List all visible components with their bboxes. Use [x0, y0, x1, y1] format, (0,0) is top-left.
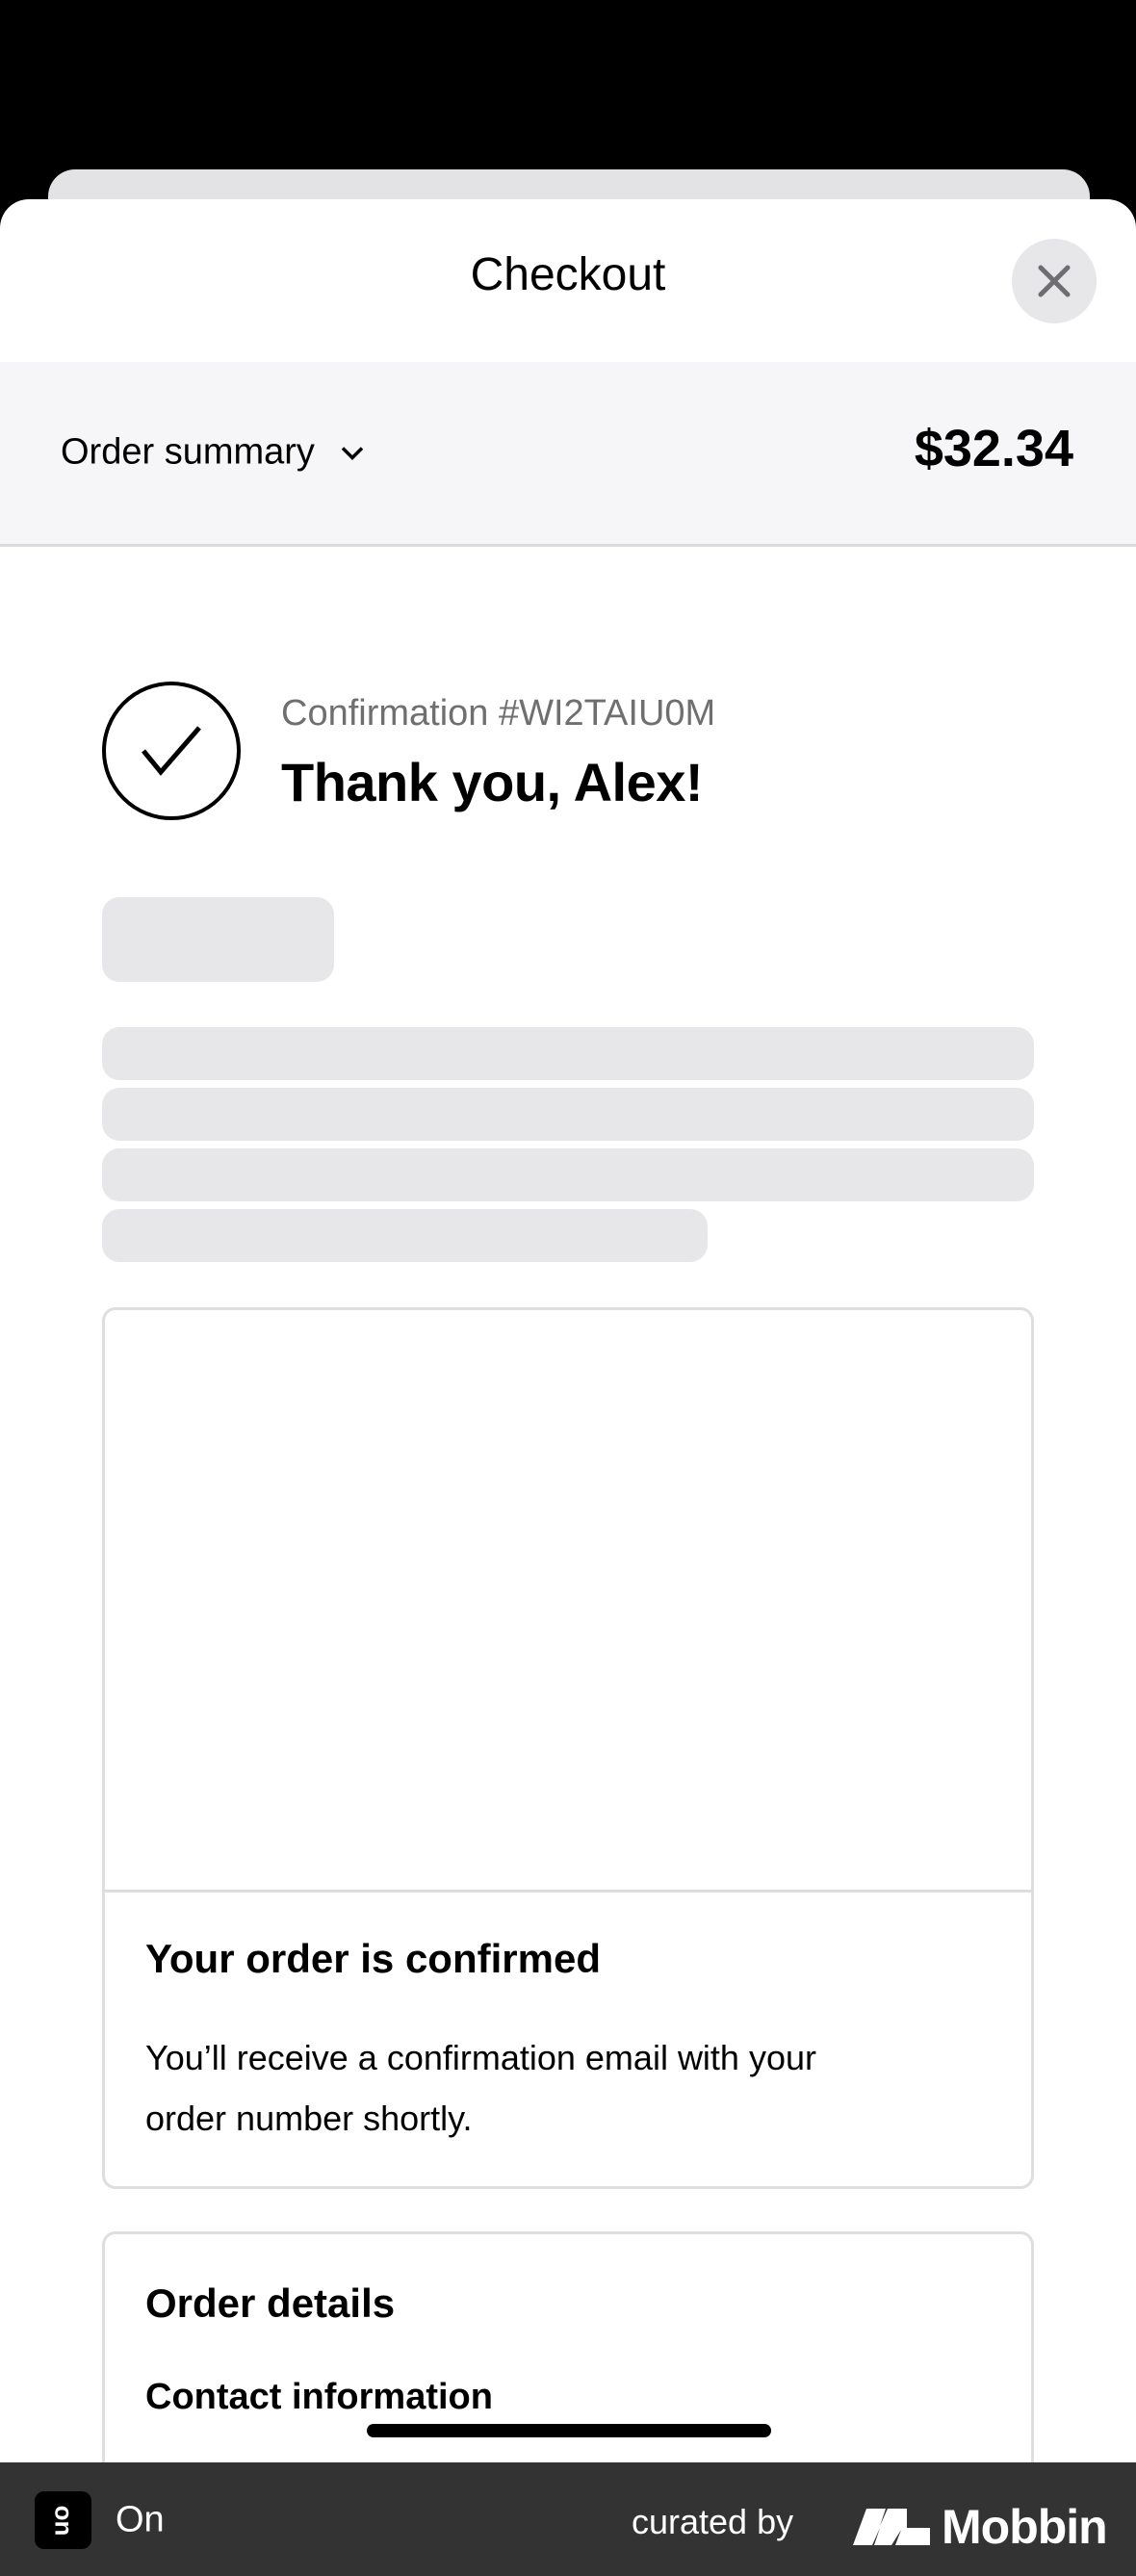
card-body-line: You’ll receive a confirmation email with… [145, 2038, 816, 2077]
skeleton-block [102, 897, 334, 982]
card-body-line: order number shortly. [145, 2099, 473, 2138]
skeleton-line [102, 1209, 708, 1262]
thank-you-heading: Thank you, Alex! [281, 752, 704, 812]
card-title: Your order is confirmed [145, 1936, 601, 1981]
mobbin-mark-icon [853, 2509, 930, 2545]
skeleton-line [102, 1088, 1034, 1141]
curated-by-label: curated by [632, 2502, 794, 2541]
mobbin-logo: Mobbin [853, 2499, 1108, 2555]
chevron-down-icon [341, 446, 364, 460]
map-placeholder [105, 1310, 1031, 1893]
skeleton-line [102, 1148, 1034, 1201]
order-summary-label: Order summary [61, 431, 315, 473]
home-indicator [367, 2424, 771, 2437]
order-details-title: Order details [145, 2280, 396, 2326]
order-total: $32.34 [914, 420, 1073, 477]
app-logo-icon: on [35, 2491, 91, 2549]
contact-information-heading: Contact information [145, 2377, 493, 2417]
close-icon [1038, 265, 1071, 297]
mobbin-wordmark: Mobbin [942, 2500, 1108, 2554]
skeleton-line [102, 1027, 1034, 1080]
app-name: On [116, 2499, 165, 2540]
order-confirmed-card: Your order is confirmed You’ll receive a… [102, 1307, 1034, 2189]
page-title: Checkout [470, 249, 666, 300]
confirmation-number: Confirmation #WI2TAIU0M [281, 693, 716, 734]
order-summary-toggle[interactable]: Order summary [61, 432, 365, 474]
close-button[interactable] [1012, 239, 1097, 323]
check-circle-icon [102, 682, 241, 820]
